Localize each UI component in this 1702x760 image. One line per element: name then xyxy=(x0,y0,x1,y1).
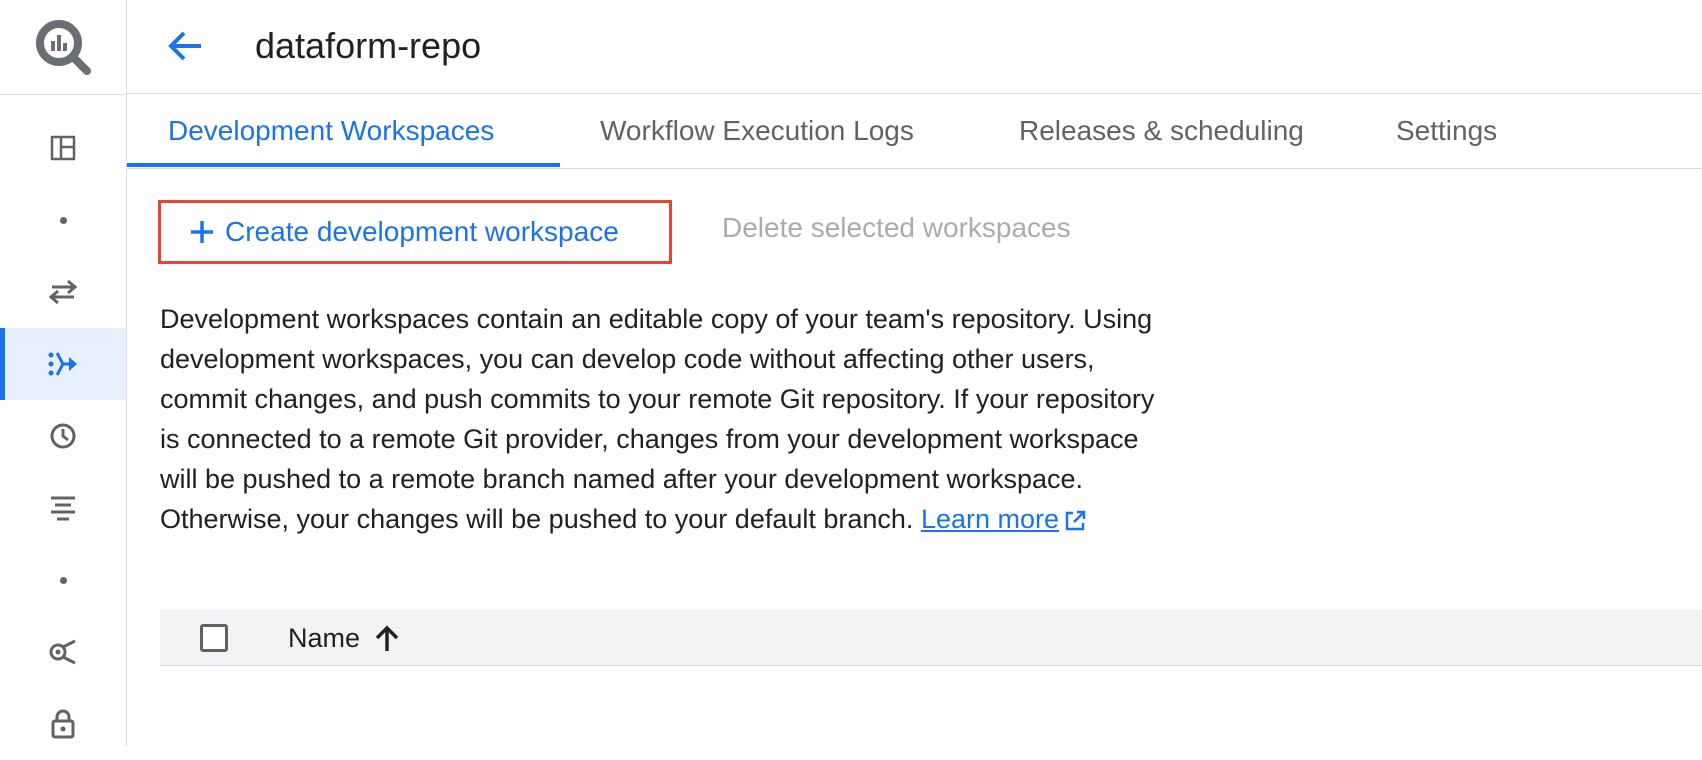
dot-icon xyxy=(59,216,67,224)
create-workspace-button[interactable]: Create development workspace xyxy=(158,200,672,264)
product-logo[interactable] xyxy=(0,0,126,95)
plus-icon xyxy=(191,221,213,243)
open-in-new-icon[interactable] xyxy=(1063,509,1087,533)
arrow-upward-icon xyxy=(375,625,399,651)
rail-item-security[interactable] xyxy=(0,688,126,760)
tab-bar: Development Workspaces Workflow Executio… xyxy=(127,94,1702,169)
page-header: dataform-repo xyxy=(127,0,1702,94)
learn-more-link[interactable]: Learn more xyxy=(921,504,1059,534)
bigquery-logo-icon xyxy=(36,20,91,75)
analytics-hub-icon xyxy=(49,639,76,665)
rail-item-analytics-hub[interactable] xyxy=(0,616,126,688)
left-nav-rail xyxy=(0,0,127,746)
delete-selected-button[interactable]: Delete selected workspaces xyxy=(722,212,1071,244)
dashboard-panel-icon xyxy=(50,135,76,161)
tab-settings[interactable]: Settings xyxy=(1396,94,1497,168)
rail-item-dashboard[interactable] xyxy=(0,112,126,184)
dot-icon xyxy=(59,576,67,584)
rail-item-more-2[interactable] xyxy=(0,544,126,616)
lineage-lines-icon xyxy=(51,496,75,521)
rail-item-history[interactable] xyxy=(0,400,126,472)
arrow-back-icon xyxy=(168,31,201,61)
rail-item-lineage[interactable] xyxy=(0,472,126,544)
dataform-pipeline-icon xyxy=(48,352,77,376)
history-clock-icon xyxy=(50,423,76,449)
rail-item-transfers[interactable] xyxy=(0,256,126,328)
select-all-checkbox[interactable] xyxy=(200,624,228,652)
active-tab-indicator xyxy=(127,163,560,167)
tab-releases-scheduling[interactable]: Releases & scheduling xyxy=(1019,94,1304,168)
create-workspace-label: Create development workspace xyxy=(225,216,619,247)
rail-item-more-1[interactable] xyxy=(0,184,126,256)
lock-icon xyxy=(51,709,75,739)
back-button[interactable] xyxy=(163,24,207,68)
description-text: Development workspaces contain an editab… xyxy=(160,299,1180,539)
transfer-arrows-icon xyxy=(48,279,78,305)
tab-development-workspaces[interactable]: Development Workspaces xyxy=(168,94,494,168)
column-name-label: Name xyxy=(288,622,361,653)
column-header-name[interactable]: Name xyxy=(288,610,400,666)
description-body: Development workspaces contain an editab… xyxy=(160,304,1155,534)
tab-workflow-execution-logs[interactable]: Workflow Execution Logs xyxy=(600,94,914,168)
rail-item-dataform[interactable] xyxy=(0,328,126,400)
page-title: dataform-repo xyxy=(255,25,482,66)
table-header-row: Name xyxy=(160,610,1702,666)
